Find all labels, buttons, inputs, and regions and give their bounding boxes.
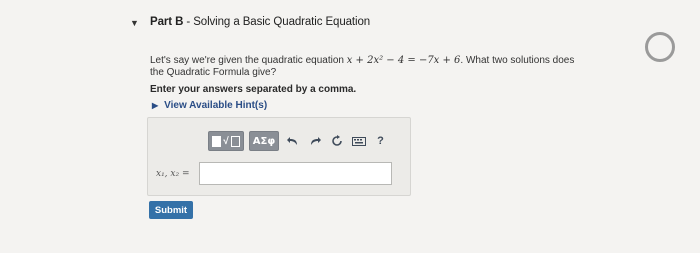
question-text: Let's say we're given the quadratic equa…	[150, 55, 590, 79]
view-hints-link[interactable]: ▶ View Available Hint(s)	[152, 100, 267, 111]
redo-icon[interactable]	[306, 131, 323, 151]
answer-instruction: Enter your answers separated by a comma.	[150, 84, 357, 95]
quadratic-equation: x + 2x² − 4 = −7x + 6	[346, 55, 461, 66]
reset-icon[interactable]	[328, 131, 345, 151]
templates-button[interactable]: √	[208, 131, 244, 151]
answer-input[interactable]	[199, 162, 392, 185]
collapse-caret-icon[interactable]: ▼	[130, 18, 139, 28]
answer-variable-label: x₁, x₂ =	[156, 169, 190, 179]
part-name: Solving a Basic Quadratic Equation	[193, 16, 371, 28]
submit-button[interactable]: Submit	[149, 201, 193, 219]
part-label: Part B	[150, 16, 184, 28]
triangle-right-icon: ▶	[152, 101, 159, 110]
greek-symbols-button[interactable]: ΑΣφ	[249, 131, 279, 151]
status-circle-icon	[645, 32, 675, 62]
radical-icon: √	[223, 135, 229, 147]
part-separator: -	[183, 16, 194, 28]
template-box-icon	[230, 135, 240, 147]
template-block-icon	[212, 135, 222, 147]
part-title: Part B - Solving a Basic Quadratic Equat…	[150, 16, 370, 28]
hints-label: View Available Hint(s)	[164, 100, 268, 111]
answer-panel: √ ΑΣφ ? x₁, x₂ =	[147, 117, 411, 196]
undo-icon[interactable]	[284, 131, 301, 151]
question-lead: Let's say we're given the quadratic equa…	[150, 55, 347, 66]
math-toolbar: √ ΑΣφ ?	[208, 131, 394, 151]
keyboard-icon[interactable]	[350, 131, 367, 151]
help-button[interactable]: ?	[372, 131, 389, 151]
